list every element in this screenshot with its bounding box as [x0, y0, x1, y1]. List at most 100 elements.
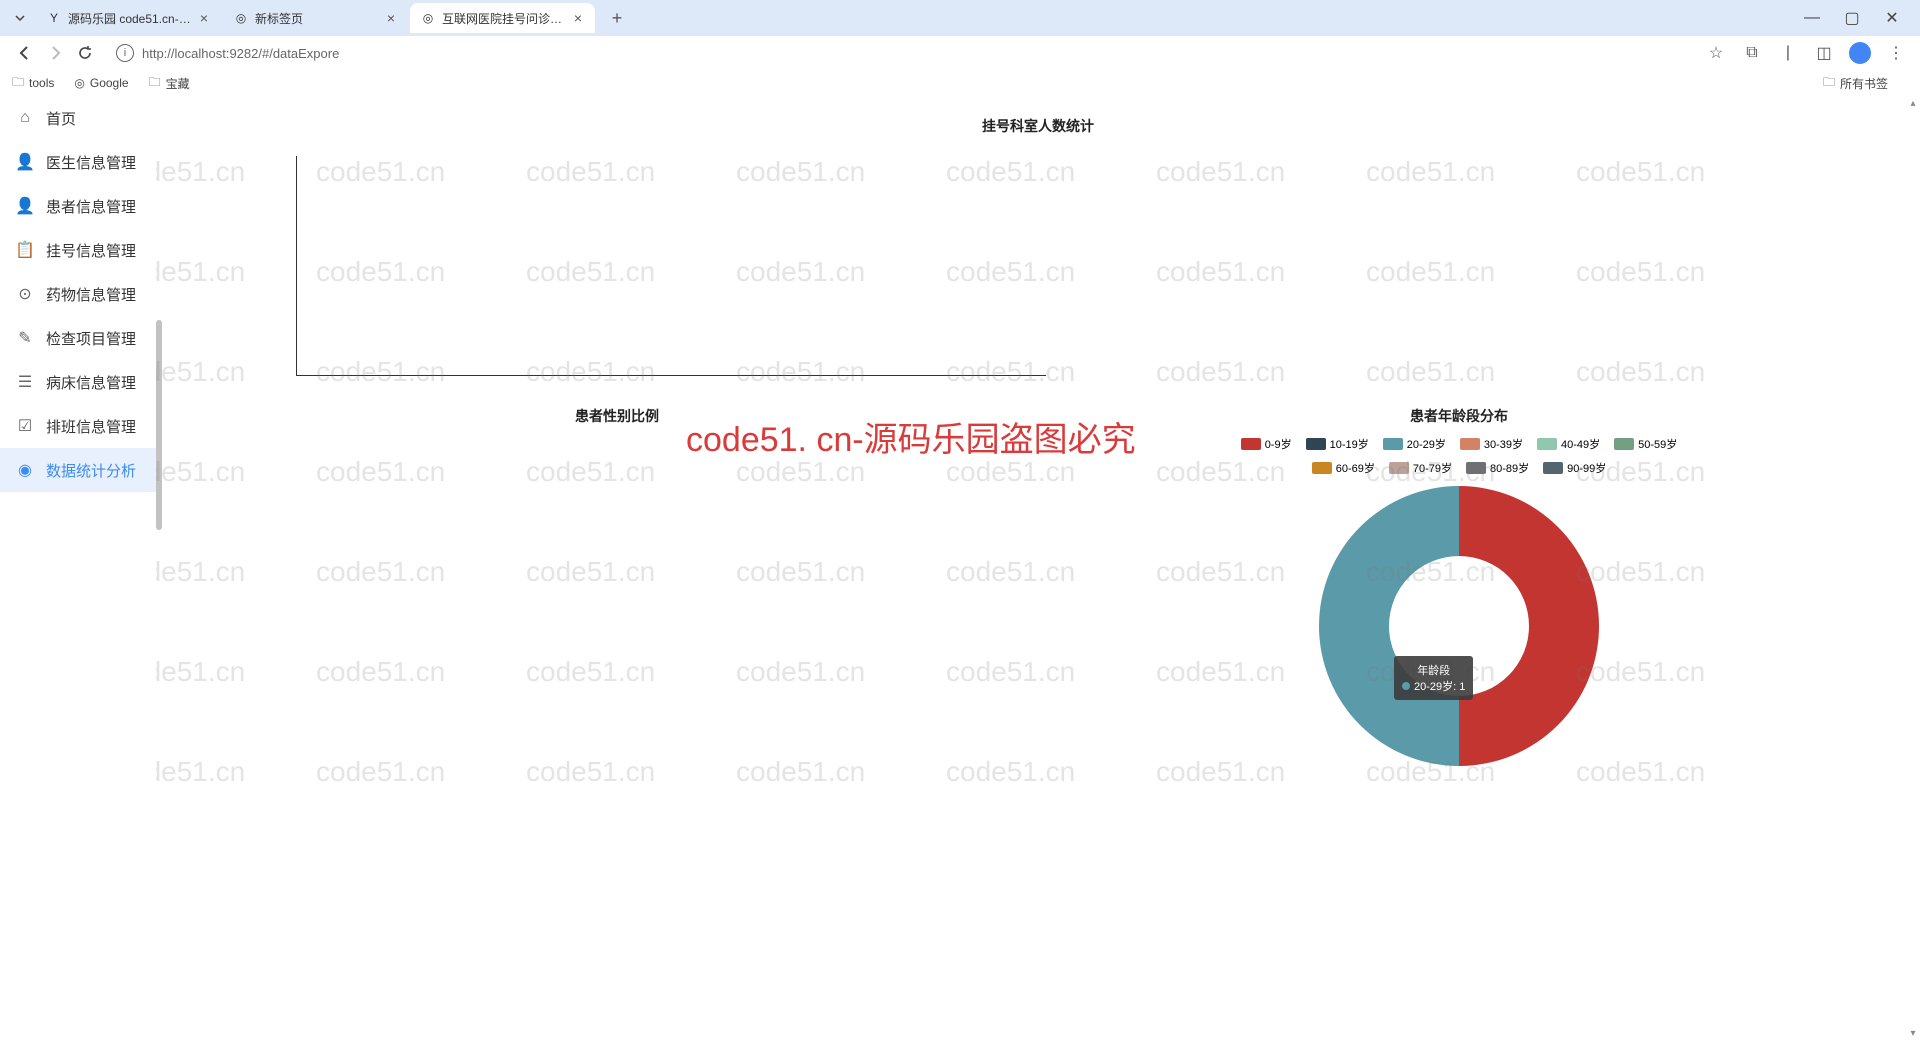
watermark-text: code51.cn: [1366, 356, 1495, 388]
menu-icon[interactable]: ⋮: [1882, 39, 1910, 67]
sidebar-item[interactable]: ☑ 排班信息管理: [0, 404, 156, 448]
sidebar-item-icon: ⊙: [14, 283, 36, 305]
browser-tab[interactable]: ◎ 新标签页 ×: [223, 3, 408, 33]
url-bar[interactable]: i http://localhost:9282/#/dataExpore: [106, 38, 1688, 68]
sidebar-item-icon: ✎: [14, 327, 36, 349]
watermark-text: code51.cn: [1156, 156, 1285, 188]
sidebar-item[interactable]: 👤 医生信息管理: [0, 140, 156, 184]
sidebar-item-icon: ⌂: [14, 107, 36, 129]
legend-swatch-icon: [1389, 462, 1409, 474]
sidebar-item-icon: 👤: [14, 151, 36, 173]
content-scrollbar[interactable]: ▴ ▾: [1906, 96, 1920, 1040]
sidebar-item[interactable]: ☰ 病床信息管理: [0, 360, 156, 404]
watermark-text: code51.cn: [1576, 356, 1705, 388]
forward-button[interactable]: [40, 38, 70, 68]
sidebar: ⌂ 首页 👤 医生信息管理 👤患者信息管理📋挂号信息管理 ⊙ 药物信息管理 ✎检查项目管理 ☰ 病…: [0, 96, 156, 1040]
tab-favicon-icon: ◎: [233, 10, 249, 26]
url-text: http://localhost:9282/#/dataExpore: [142, 46, 339, 61]
bar-chart-title: 挂号科室人数统计: [196, 116, 1880, 136]
app-container: ⌂ 首页 👤 医生信息管理 👤患者信息管理📋挂号信息管理 ⊙ 药物信息管理 ✎检查项目管理 ☰ 病…: [0, 96, 1920, 1040]
sidebar-item-label: 挂号信息管理: [46, 240, 136, 261]
all-bookmarks[interactable]: 🗀 所有书签: [1823, 73, 1888, 94]
legend-item[interactable]: 30-39岁: [1460, 436, 1523, 452]
legend-item[interactable]: 40-49岁: [1537, 436, 1600, 452]
legend-item[interactable]: 60-69岁: [1312, 460, 1375, 476]
legend-item[interactable]: 20-29岁: [1383, 436, 1446, 452]
chart-tooltip: 年龄段 20-29岁: 1: [1394, 656, 1473, 700]
new-tab-button[interactable]: +: [603, 4, 631, 32]
sidebar-item-icon: ☑: [14, 415, 36, 437]
tab-dropdown[interactable]: [8, 6, 32, 30]
legend-swatch-icon: [1312, 462, 1332, 474]
watermark-text: code51.cn: [1156, 356, 1285, 388]
sidebar-item-label: 药物信息管理: [46, 284, 136, 305]
address-bar: i http://localhost:9282/#/dataExpore ☆ ⧉…: [0, 36, 1920, 70]
watermark-text: code51.cn: [156, 356, 245, 388]
reload-button[interactable]: [70, 38, 100, 68]
sidebar-item-label: 病床信息管理: [46, 372, 136, 393]
close-window-button[interactable]: ✕: [1872, 3, 1912, 33]
sidebar-item[interactable]: ⊙ 药物信息管理: [0, 272, 156, 316]
sidebar-item-icon: 👤: [14, 195, 36, 217]
extension-icon[interactable]: ⧉: [1738, 39, 1766, 67]
site-info-icon[interactable]: i: [116, 44, 134, 62]
back-button[interactable]: [10, 38, 40, 68]
browser-tab[interactable]: ◎互联网医院挂号问诊系统×: [410, 3, 595, 33]
main-content: code51.cn code51.cn code51.cn code51.cn code…: [156, 96, 1920, 1040]
legend-swatch-icon: [1383, 438, 1403, 450]
window-controls: — ▢ ✕: [1792, 3, 1912, 33]
legend-swatch-icon: [1543, 462, 1563, 474]
age-donut-chart[interactable]: 年龄段 20-29岁: 1: [1319, 486, 1599, 766]
bookmarks-bar: 🗀tools ◎Google 🗀宝藏 🗀 所有书签: [0, 70, 1920, 96]
maximize-button[interactable]: ▢: [1832, 3, 1872, 33]
legend-swatch-icon: [1466, 462, 1486, 474]
legend-item[interactable]: 80-89岁: [1466, 460, 1529, 476]
favorite-icon[interactable]: ☆: [1702, 39, 1730, 67]
tab-close-icon[interactable]: ×: [384, 11, 398, 25]
age-chart-title: 患者年龄段分布: [1038, 406, 1880, 426]
tab-close-icon[interactable]: ×: [197, 11, 211, 25]
bookmark-item[interactable]: ◎Google: [74, 73, 128, 94]
tab-favicon-icon: ◎: [420, 10, 436, 26]
legend-swatch-icon: [1460, 438, 1480, 450]
sidebar-item-icon: ◉: [14, 459, 36, 481]
watermark-banner: code51. cn-源码乐园盗图必究: [686, 412, 1136, 461]
legend-swatch-icon: [1537, 438, 1557, 450]
watermark-text: code51.cn: [156, 156, 245, 188]
legend-item[interactable]: 70-79岁: [1389, 460, 1452, 476]
watermark-text: code51.cn: [156, 256, 245, 288]
legend-item[interactable]: 50-59岁: [1614, 436, 1677, 452]
sidepanel-icon[interactable]: ◫: [1810, 39, 1838, 67]
donut-slice-0-9[interactable]: [1459, 486, 1599, 766]
sidebar-item[interactable]: 📋挂号信息管理: [0, 228, 156, 272]
sidebar-item-label: 医生信息管理: [46, 152, 136, 173]
folder-icon: 🗀: [1823, 73, 1835, 94]
sidebar-item[interactable]: ⌂ 首页: [0, 96, 156, 140]
tab-favicon-icon: Y: [46, 10, 62, 26]
legend-item[interactable]: 10-19岁: [1306, 436, 1369, 452]
browser-chrome: Y源码乐园 code51.cn-项目论文...×◎新标签页×◎互联网医院挂号问诊…: [0, 0, 1920, 96]
bookmark-item[interactable]: 🗀tools: [12, 73, 54, 94]
sidebar-item-label: 首页: [46, 108, 76, 129]
legend-item[interactable]: 90-99岁: [1543, 460, 1606, 476]
sidebar-item[interactable]: ◉数据统计分析: [0, 448, 156, 492]
scroll-up-icon[interactable]: ▴: [1906, 96, 1920, 110]
bookmark-favicon-icon: 🗀: [12, 73, 24, 94]
donut-slice-20-29[interactable]: [1319, 486, 1459, 766]
sidebar-item[interactable]: 👤患者信息管理: [0, 184, 156, 228]
legend-item[interactable]: 0-9岁: [1241, 436, 1292, 452]
tooltip-dot-icon: [1402, 682, 1410, 690]
sidebar-item[interactable]: ✎检查项目管理: [0, 316, 156, 360]
bookmark-item[interactable]: 🗀宝藏: [149, 73, 190, 94]
scroll-down-icon[interactable]: ▾: [1906, 1026, 1920, 1040]
sidebar-item-label: 排班信息管理: [46, 416, 136, 437]
browser-tab[interactable]: Y源码乐园 code51.cn-项目论文...×: [36, 3, 221, 33]
sidebar-item-icon: ☰: [14, 371, 36, 393]
tab-title: 新标签页: [255, 10, 380, 27]
tab-close-icon[interactable]: ×: [571, 11, 585, 25]
minimize-button[interactable]: —: [1792, 3, 1832, 33]
legend-swatch-icon: [1241, 438, 1261, 450]
legend-swatch-icon: [1614, 438, 1634, 450]
profile-avatar[interactable]: [1846, 39, 1874, 67]
tab-bar: Y源码乐园 code51.cn-项目论文...×◎新标签页×◎互联网医院挂号问诊…: [0, 0, 1920, 36]
